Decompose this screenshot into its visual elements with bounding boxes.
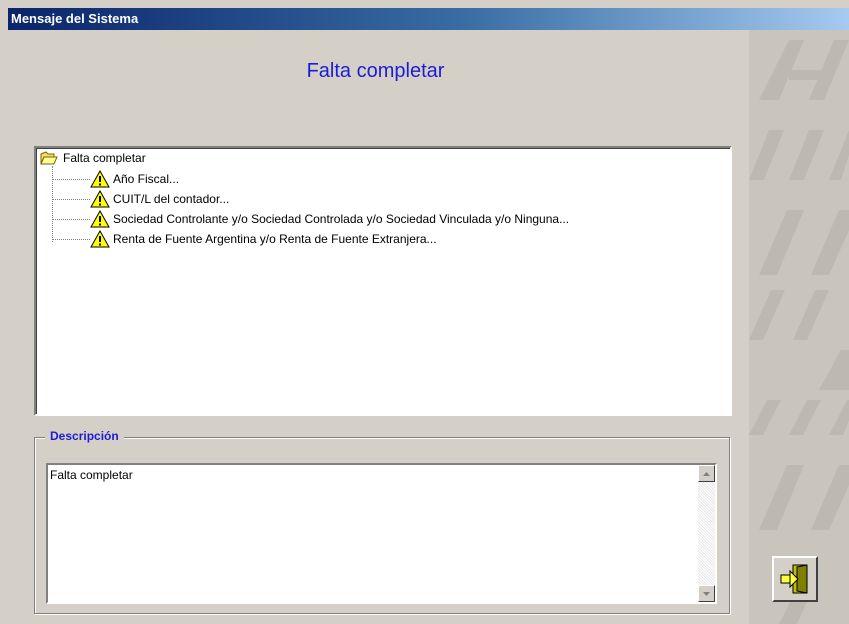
scroll-up-button[interactable] [698,465,715,482]
description-textarea[interactable]: Falta completar [46,463,717,604]
tree-branch-line [52,198,90,200]
afip-watermark-logo [749,40,849,624]
tree-item-ano-fiscal[interactable]: Año Fiscal... [52,170,179,188]
tree-item-label: Sociedad Controlante y/o Sociedad Contro… [113,212,570,226]
tree-root[interactable]: Falta completar [40,149,146,167]
arrow-down-icon [703,591,710,596]
tree-item-label: Renta de Fuente Argentina y/o Renta de F… [113,232,437,246]
description-text: Falta completar [50,468,133,482]
tree-item-label: CUIT/L del contador... [113,192,230,206]
scroll-down-button[interactable] [698,585,715,602]
arrow-up-icon [703,471,710,476]
description-legend: Descripción [45,429,124,443]
vertical-scrollbar[interactable] [698,465,715,602]
warning-icon [90,210,110,228]
dialog-body: Falta completar Falta completar Año Fisc… [8,30,849,624]
warning-icon [90,170,110,188]
tree-item-label: Año Fiscal... [113,172,180,186]
page-title: Falta completar [306,60,445,82]
missing-fields-tree[interactable]: Falta completar Año Fiscal... CUIT/L del… [34,146,732,416]
tree-branch-line [52,218,90,220]
window-title: Mensaje del Sistema [11,11,139,26]
tree-item-cuit-contador[interactable]: CUIT/L del contador... [52,190,229,208]
tree-item-sociedad[interactable]: Sociedad Controlante y/o Sociedad Contro… [52,210,569,228]
afip-watermark [749,30,849,624]
warning-icon [90,190,110,208]
warning-icon [90,230,110,248]
title-bar[interactable]: Mensaje del Sistema [8,8,849,30]
description-group: Descripción Falta completar [34,429,730,614]
exit-door-icon [780,564,808,594]
tree-branch-line [52,178,90,180]
tree-branch-line [52,238,90,240]
folder-open-icon [40,151,58,165]
tree-root-label: Falta completar [63,151,146,165]
exit-button[interactable] [772,556,818,602]
tree-item-renta-fuente[interactable]: Renta de Fuente Argentina y/o Renta de F… [52,230,437,248]
